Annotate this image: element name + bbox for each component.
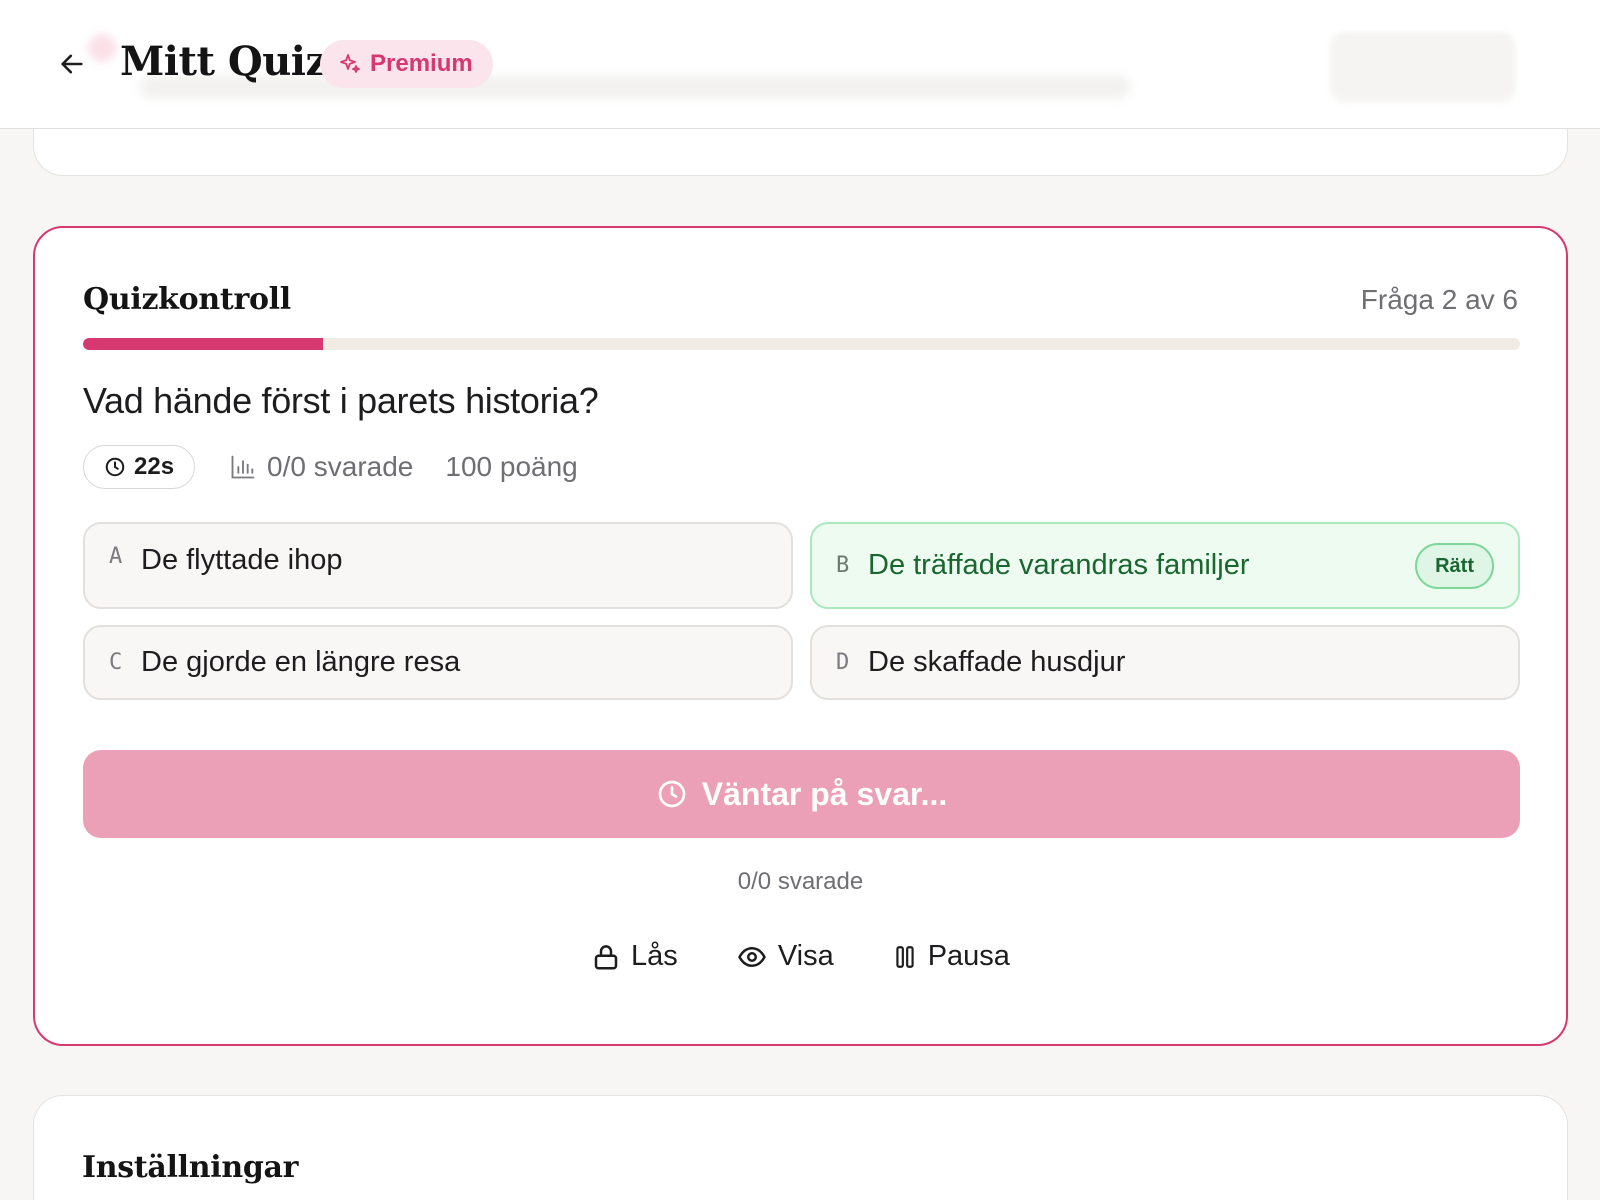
option-letter: C xyxy=(109,650,123,675)
pause-label: Pausa xyxy=(927,940,1010,972)
option-letter: D xyxy=(836,650,850,675)
page-title: Mitt Quiz xyxy=(120,38,328,85)
clock-icon xyxy=(105,457,125,477)
settings-title: Inställningar xyxy=(82,1150,299,1185)
show-button[interactable]: Visa xyxy=(736,940,834,973)
lock-button[interactable]: Lås xyxy=(591,940,678,973)
sparkles-icon xyxy=(340,54,360,73)
waiting-for-answers-button[interactable]: Väntar på svar... xyxy=(83,750,1520,838)
option-text: De gjorde en längre resa xyxy=(141,646,461,678)
answer-option-c[interactable]: C De gjorde en längre resa xyxy=(83,625,793,700)
correct-badge: Rätt xyxy=(1415,543,1494,589)
waiting-button-label: Väntar på svar... xyxy=(701,775,948,812)
timer-value: 22s xyxy=(134,453,175,480)
answer-options: A De flyttade ihop B De träffade varandr… xyxy=(83,522,1520,700)
eye-icon xyxy=(738,946,766,967)
quiz-control-card: Quizkontroll Fråga 2 av 6 Vad hände förs… xyxy=(33,226,1568,1046)
option-text: De skaffade husdjur xyxy=(868,646,1126,678)
clock-icon xyxy=(658,780,686,808)
points-value: 100 poäng xyxy=(445,451,578,482)
option-letter: A xyxy=(109,544,123,569)
pause-icon xyxy=(896,945,914,968)
lock-icon xyxy=(594,944,618,969)
option-text: De träffade varandras familjer xyxy=(868,549,1250,581)
timer-pill: 22s xyxy=(83,445,196,489)
answer-option-b[interactable]: B De träffade varandras familjer Rätt xyxy=(810,522,1520,609)
premium-badge: Premium xyxy=(320,40,493,88)
arrow-left-icon xyxy=(61,54,83,74)
blurred-background-dot xyxy=(88,34,116,62)
answered-stat: 0/0 svarade xyxy=(229,451,413,483)
option-letter: B xyxy=(836,553,850,578)
answer-option-a[interactable]: A De flyttade ihop xyxy=(83,522,793,609)
question-text: Vad hände först i parets historia? xyxy=(83,380,599,421)
top-bar: Mitt Quiz Premium xyxy=(0,0,1600,129)
quiz-controls: Lås Visa Pausa xyxy=(35,940,1566,973)
show-label: Visa xyxy=(777,940,834,972)
settings-card: Inställningar xyxy=(33,1095,1568,1200)
premium-badge-label: Premium xyxy=(370,50,473,77)
option-text: De flyttade ihop xyxy=(141,544,343,576)
question-counter: Fråga 2 av 6 xyxy=(1360,284,1518,315)
blurred-background-button xyxy=(1330,32,1516,102)
back-button[interactable] xyxy=(52,44,92,84)
answer-option-d[interactable]: D De skaffade husdjur xyxy=(810,625,1520,700)
pause-button[interactable]: Pausa xyxy=(892,940,1010,973)
progress-bar xyxy=(83,338,1520,350)
bar-chart-icon xyxy=(231,455,255,479)
progress-bar-fill xyxy=(83,338,323,350)
lock-label: Lås xyxy=(631,940,678,972)
answered-count: 0/0 svarade xyxy=(267,451,414,482)
answered-summary: 0/0 svarade xyxy=(737,868,864,895)
question-meta: 22s 0/0 svarade 100 poäng xyxy=(83,445,578,489)
quiz-control-title: Quizkontroll xyxy=(83,282,291,317)
